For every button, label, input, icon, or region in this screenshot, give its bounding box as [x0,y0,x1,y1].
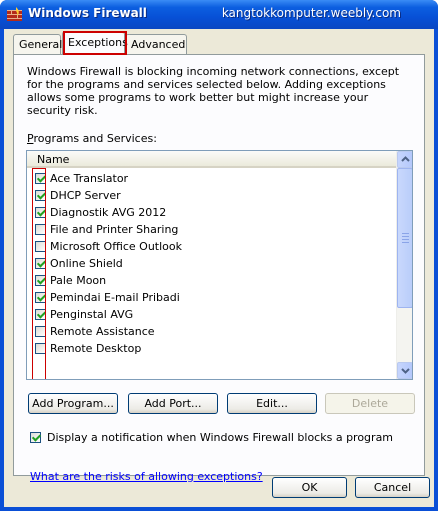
list-item[interactable]: Diagnostik AVG 2012 [27,204,396,221]
list-item-label: Pale Moon [50,274,107,287]
list-item-label: Microsoft Office Outlook [50,240,182,253]
list-item[interactable]: Pale Moon [27,272,396,289]
edit-button[interactable]: Edit... [227,393,317,414]
list-item-label: File and Printer Sharing [50,223,179,236]
dialog-client-area: General Exceptions Advanced Windows Fire… [4,29,434,507]
list-item[interactable]: File and Printer Sharing [27,221,396,238]
tab-general[interactable]: General [13,34,62,54]
list-item-checkbox[interactable] [35,190,46,201]
add-program-button[interactable]: Add Program... [28,393,118,414]
list-item-label: Pemindai E-mail Pribadi [50,291,180,304]
firewall-icon [7,7,22,21]
list-item[interactable]: Remote Desktop [27,340,396,357]
exceptions-panel: Windows Firewall is blocking incoming ne… [13,54,425,483]
list-item-checkbox[interactable] [35,173,46,184]
thumb-grip-line [402,239,409,240]
window-title: Windows Firewall [28,6,147,20]
watermark-text: kangtokkomputer.weebly.com [221,6,401,20]
list-item-checkbox[interactable] [35,326,46,337]
thumb-grip-line [402,242,409,243]
chevron-up-icon [401,156,410,162]
list-item[interactable]: Microsoft Office Outlook [27,238,396,255]
list-item-checkbox[interactable] [35,275,46,286]
programs-services-rest: rograms and Services: [33,132,157,145]
list-item-label: Diagnostik AVG 2012 [50,206,167,219]
list-item-checkbox[interactable] [35,309,46,320]
thumb-grip-line [402,236,409,237]
list-item-checkbox[interactable] [35,343,46,354]
list-item-label: Ace Translator [50,172,129,185]
list-item-label: Remote Assistance [50,325,155,338]
list-item-checkbox[interactable] [35,258,46,269]
tab-advanced[interactable]: Advanced [125,34,187,54]
list-item[interactable]: Pemindai E-mail Pribadi [27,289,396,306]
list-item-label: Penginstal AVG [50,308,134,321]
list-item-label: Online Shield [50,257,123,270]
notify-checkbox[interactable] [30,432,41,443]
list-item-label: DHCP Server [50,189,121,202]
list-item-checkbox[interactable] [35,241,46,252]
delete-button[interactable]: Delete [325,393,415,414]
list-item-label: Remote Desktop [50,342,142,355]
list-item[interactable]: Penginstal AVG [27,306,396,323]
firewall-window: Windows Firewall kangtokkomputer.weebly.… [0,0,438,511]
scroll-down-button[interactable] [397,362,412,379]
intro-text: Windows Firewall is blocking incoming ne… [27,65,400,117]
vertical-scrollbar[interactable] [396,151,412,379]
tab-exceptions[interactable]: Exceptions [62,31,128,55]
cancel-button[interactable]: Cancel [355,477,430,498]
notify-label: Display a notification when Windows Fire… [47,431,394,444]
name-column-header: Name [37,153,70,166]
list-header[interactable]: Name [27,151,396,168]
thumb-grip-line [402,233,409,234]
list-item[interactable]: Remote Assistance [27,323,396,340]
scroll-up-button[interactable] [397,151,412,168]
list-item-checkbox[interactable] [35,292,46,303]
ok-button[interactable]: OK [272,477,347,498]
programs-services-label: Programs and Services: [27,132,157,145]
risks-help-link[interactable]: What are the risks of allowing exception… [30,470,263,483]
list-item[interactable]: DHCP Server [27,187,396,204]
list-item-checkbox[interactable] [35,207,46,218]
programs-list[interactable]: Name Ace Translator DHCP Server Diagnostik… [26,150,413,380]
title-bar[interactable]: Windows Firewall kangtokkomputer.weebly.… [0,0,438,29]
list-item[interactable]: Ace Translator [27,170,396,187]
list-item[interactable]: Online Shield [27,255,396,272]
scroll-thumb[interactable] [397,168,412,308]
list-item-checkbox[interactable] [35,224,46,235]
chevron-down-icon [401,368,410,374]
add-port-button[interactable]: Add Port... [128,393,218,414]
